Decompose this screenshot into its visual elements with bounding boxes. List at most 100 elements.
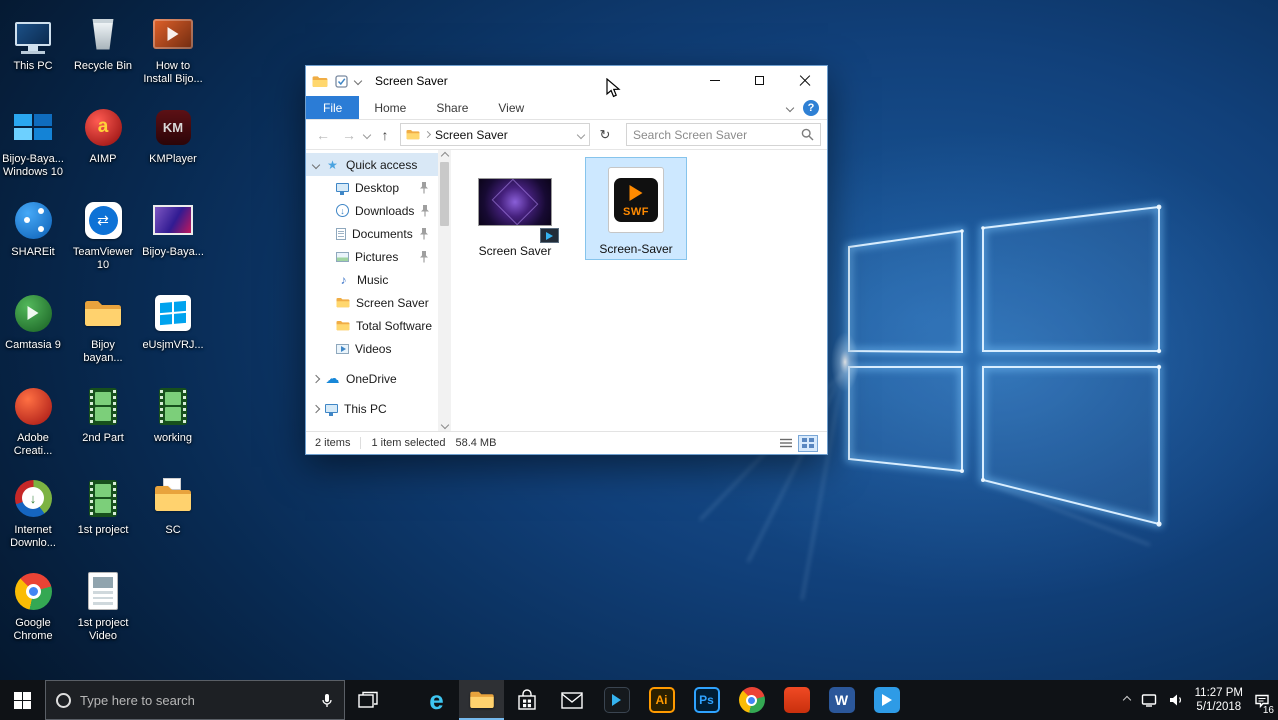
tab-home[interactable]: Home (359, 96, 421, 119)
close-button[interactable] (782, 66, 827, 95)
sidebar-item-videos[interactable]: Videos (306, 337, 438, 360)
clock-date: 5/1/2018 (1196, 701, 1242, 713)
file-screen-saver-video[interactable]: Screen Saver (465, 160, 565, 261)
recent-locations-chevron-icon[interactable] (362, 130, 372, 139)
desktop-icon-bijoy-image[interactable]: Bijoy-Baya... (140, 198, 206, 259)
desktop-icon-2nd-part[interactable]: 2nd Part (70, 384, 136, 445)
sidebar-item-this-pc[interactable]: This PC (306, 397, 438, 420)
volume-icon[interactable] (1168, 693, 1184, 707)
desktop-icon-working[interactable]: working (140, 384, 206, 445)
start-button[interactable] (0, 680, 45, 720)
taskbar-illustrator-button[interactable]: Ai (639, 680, 684, 720)
film-clip-icon (81, 384, 125, 428)
sidebar-item-downloads[interactable]: ↓ Downloads (306, 199, 438, 222)
forward-button[interactable]: → (338, 127, 360, 143)
desktop-icon-bijoy-windows10[interactable]: Bijoy-Baya... Windows 10 (0, 105, 66, 179)
onedrive-cloud-icon: ☁ (325, 370, 340, 386)
expand-chevron-icon[interactable] (311, 404, 321, 413)
desktop-icon-bijoy-bayan-folder[interactable]: Bijoy bayan... (70, 291, 136, 365)
scroll-down-icon[interactable] (440, 420, 449, 430)
customize-toolbar-chevron-icon[interactable] (353, 76, 363, 86)
file-screen-saver-swf[interactable]: SWF Screen-Saver (585, 157, 687, 260)
desktop-icon-adobe-creative[interactable]: Adobe Creati... (0, 384, 66, 458)
desktop-icon-this-pc[interactable]: This PC (0, 12, 66, 73)
taskbar-search-input[interactable] (80, 692, 311, 708)
refresh-button[interactable]: ↻ (594, 127, 616, 143)
desktop-icon-camtasia[interactable]: Camtasia 9 (0, 291, 66, 352)
title-bar[interactable]: Screen Saver (306, 66, 827, 96)
taskbar-movies-app-button[interactable] (864, 680, 909, 720)
expand-ribbon-chevron-icon[interactable] (785, 103, 795, 112)
file-list-area[interactable]: Screen Saver SWF Screen-Saver (451, 150, 827, 431)
teamviewer-icon: ⇄ (81, 198, 125, 242)
show-hidden-icons-chevron-icon[interactable] (1122, 695, 1131, 705)
taskbar-word-button[interactable]: W (819, 680, 864, 720)
up-button[interactable]: ↑ (374, 127, 396, 143)
sidebar-item-total-software[interactable]: Total Software (306, 314, 438, 337)
taskbar-mail-button[interactable] (549, 680, 594, 720)
task-view-button[interactable] (345, 680, 390, 720)
microphone-icon[interactable] (320, 693, 334, 708)
word-icon: W (828, 687, 855, 713)
taskbar-chrome-button[interactable] (729, 680, 774, 720)
desktop-icon-grid: This PC Recycle Bin How to Install Bijo.… (0, 0, 220, 680)
chrome-icon (738, 687, 765, 713)
desktop-icon-sc-folder[interactable]: SC (140, 476, 206, 537)
desktop-icon-1st-project-video[interactable]: 1st project Video (70, 569, 136, 643)
details-view-button[interactable] (776, 435, 796, 452)
taskbar-search[interactable] (45, 680, 345, 720)
taskbar-clock[interactable]: 11:27 PM 5/1/2018 (1195, 686, 1243, 715)
taskbar-media-player-button[interactable] (594, 680, 639, 720)
large-icons-view-button[interactable] (798, 434, 818, 452)
sidebar-item-pictures[interactable]: Pictures (306, 245, 438, 268)
desktop-icon-label: How to Install Bijo... (143, 60, 203, 86)
desktop-icon-kmplayer[interactable]: KM KMPlayer (140, 105, 206, 166)
taskbar-adobe-red-button[interactable] (774, 680, 819, 720)
tab-share[interactable]: Share (421, 96, 483, 119)
sidebar-scrollbar[interactable] (438, 150, 451, 431)
videos-icon (336, 343, 349, 354)
sidebar-item-desktop[interactable]: Desktop (306, 176, 438, 199)
scroll-up-icon[interactable] (440, 151, 449, 161)
action-center-button[interactable]: 16 (1254, 693, 1274, 716)
desktop-icon-1st-project[interactable]: 1st project (70, 476, 136, 537)
desktop-icon-how-to-install[interactable]: How to Install Bijo... (140, 12, 206, 86)
taskbar-photoshop-button[interactable]: Ps (684, 680, 729, 720)
sidebar-item-label: Pictures (355, 249, 399, 264)
taskbar-store-button[interactable] (504, 680, 549, 720)
tab-file[interactable]: File (306, 96, 360, 119)
desktop-icon-label: eUsjmVRJ... (142, 339, 204, 351)
taskbar-edge-button[interactable]: e (414, 680, 459, 720)
back-button[interactable]: ← (312, 127, 334, 143)
maximize-icon (755, 76, 764, 85)
desktop-icon-teamviewer[interactable]: ⇄ TeamViewer 10 (70, 198, 136, 272)
desktop-icon-chrome[interactable]: Google Chrome (0, 569, 66, 643)
sidebar-item-music[interactable]: ♪ Music (306, 268, 438, 291)
sidebar-item-quick-access[interactable]: ★ Quick access (306, 153, 438, 176)
taskbar: e Ai Ps W 11:27 PM 5/1/2018 16 (0, 680, 1278, 720)
search-icon[interactable] (801, 128, 814, 141)
maximize-button[interactable] (737, 66, 782, 95)
desktop-icon-shareit[interactable]: SHAREit (0, 198, 66, 259)
desktop-icon-aimp[interactable]: a AIMP (70, 105, 136, 166)
sidebar-item-screen-saver[interactable]: Screen Saver (306, 291, 438, 314)
address-dropdown-chevron-icon[interactable] (576, 130, 586, 139)
address-bar[interactable]: Screen Saver (400, 123, 590, 146)
taskbar-file-explorer-button[interactable] (459, 680, 504, 720)
desktop-icon-eusjmvrj[interactable]: eUsjmVRJ... (140, 291, 206, 352)
swf-badge: SWF (623, 206, 649, 218)
minimize-button[interactable] (692, 66, 737, 95)
sidebar-item-onedrive[interactable]: ☁ OneDrive (306, 367, 438, 390)
collapse-chevron-icon[interactable] (311, 160, 321, 169)
properties-check-icon[interactable] (335, 74, 348, 88)
desktop-icon-idm[interactable]: ↓ Internet Downlo... (0, 476, 66, 550)
sidebar-item-documents[interactable]: Documents (306, 222, 438, 245)
expand-chevron-icon[interactable] (311, 374, 321, 383)
help-button[interactable]: ? (803, 99, 819, 116)
scrollbar-thumb[interactable] (440, 162, 449, 226)
desktop-icon-recycle-bin[interactable]: Recycle Bin (70, 12, 136, 73)
tab-view[interactable]: View (483, 96, 539, 119)
desktop-icon-label: SC (165, 524, 181, 536)
explorer-search-input[interactable] (633, 127, 797, 142)
network-icon[interactable] (1141, 693, 1157, 707)
